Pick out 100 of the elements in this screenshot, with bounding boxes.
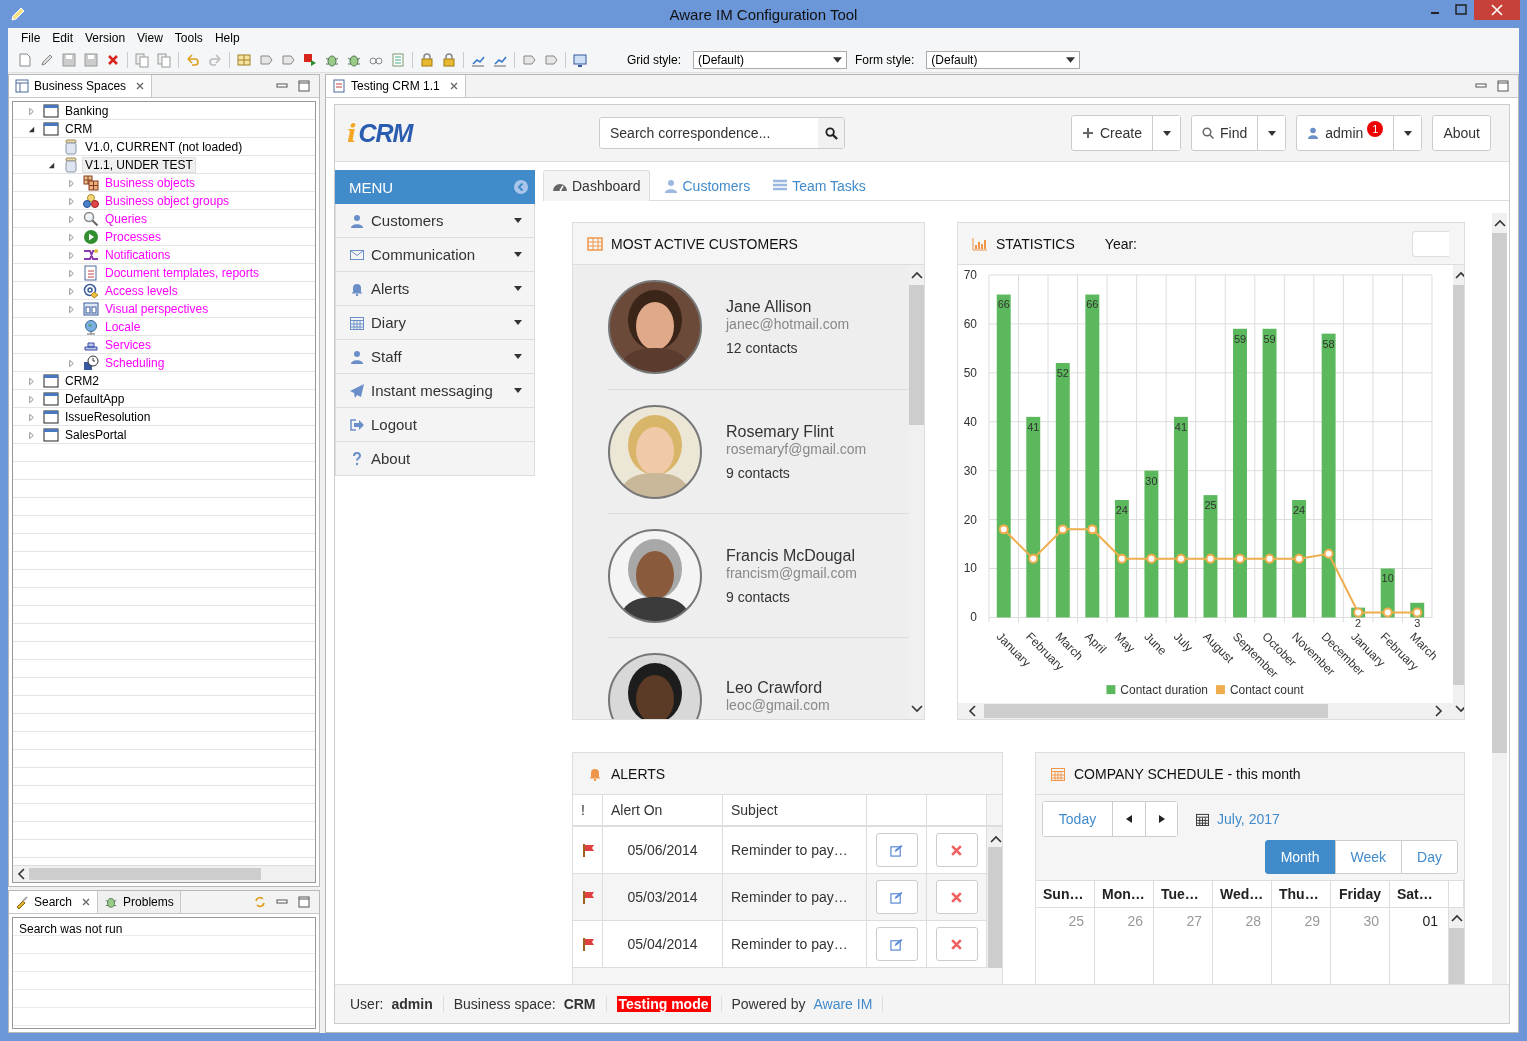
- close-icon[interactable]: [135, 81, 146, 91]
- expand-toggle[interactable]: [27, 430, 36, 440]
- menu-item[interactable]: Tools: [168, 29, 209, 47]
- year-field[interactable]: [1412, 230, 1449, 257]
- bug-icon[interactable]: [324, 52, 340, 68]
- expand-toggle[interactable]: [67, 232, 76, 242]
- customer-name[interactable]: Francis McDougal: [726, 546, 857, 565]
- maximize-icon[interactable]: [297, 79, 311, 93]
- view-tab[interactable]: Business Spaces: [9, 75, 153, 97]
- horizontal-scrollbar[interactable]: [13, 865, 315, 882]
- vertical-scrollbar[interactable]: [1453, 265, 1464, 719]
- copy-icon[interactable]: [134, 52, 150, 68]
- list-icon[interactable]: [390, 52, 406, 68]
- menu-item[interactable]: Alerts: [335, 272, 535, 306]
- vertical-scrollbar[interactable]: [1492, 213, 1507, 984]
- vertical-scrollbar[interactable]: [1449, 908, 1464, 984]
- form-style-dropdown[interactable]: (Default): [926, 51, 1081, 69]
- tree-item[interactable]: SalesPortal: [63, 428, 129, 442]
- sync-icon[interactable]: [253, 895, 267, 909]
- column-header[interactable]: !: [573, 795, 603, 827]
- redo-icon[interactable]: [207, 52, 223, 68]
- paste-icon[interactable]: [156, 52, 172, 68]
- expand-toggle[interactable]: [67, 286, 76, 296]
- menu-item[interactable]: View: [131, 29, 169, 47]
- menu-item[interactable]: Instant messaging: [335, 374, 535, 408]
- menu-item[interactable]: Customers: [335, 204, 535, 238]
- expand-toggle[interactable]: [67, 250, 76, 260]
- new-file-icon[interactable]: [17, 52, 33, 68]
- tree-item[interactable]: CRM: [63, 122, 95, 136]
- pencil-icon[interactable]: [39, 52, 55, 68]
- collapse-icon[interactable]: [514, 180, 528, 194]
- scroll-up-icon[interactable]: [910, 271, 923, 279]
- edit-button[interactable]: [875, 880, 918, 914]
- menu-item[interactable]: About: [335, 442, 535, 476]
- lock-icon[interactable]: [441, 52, 457, 68]
- tree-item[interactable]: V1.1, UNDER TEST: [83, 158, 195, 172]
- save-icon[interactable]: [61, 52, 77, 68]
- dropdown-button[interactable]: [1393, 116, 1422, 150]
- customer-name[interactable]: Rosemary Flint: [726, 422, 867, 441]
- close-button[interactable]: [1474, 0, 1520, 20]
- customer-name[interactable]: Leo Crawford: [726, 678, 830, 697]
- horizontal-scrollbar[interactable]: [958, 703, 1453, 719]
- expand-toggle[interactable]: [67, 214, 76, 224]
- tab[interactable]: Team Tasks: [763, 170, 875, 200]
- menu-item[interactable]: Edit: [46, 29, 80, 47]
- menu-item[interactable]: Help: [208, 29, 246, 47]
- expand-toggle[interactable]: [27, 412, 36, 422]
- next-button[interactable]: [1145, 802, 1177, 836]
- scroll-left-icon[interactable]: [968, 705, 976, 718]
- editor-tab[interactable]: Testing CRM 1.1: [326, 75, 466, 97]
- close-icon[interactable]: [81, 897, 92, 907]
- stop-icon[interactable]: [302, 52, 318, 68]
- maximize-icon[interactable]: [1496, 79, 1510, 93]
- collapse-toggle[interactable]: [47, 160, 56, 170]
- today-button[interactable]: Today: [1043, 802, 1113, 836]
- close-icon[interactable]: [448, 81, 459, 91]
- customer-name[interactable]: Jane Allison: [726, 298, 850, 316]
- tree-item[interactable]: Banking: [63, 104, 111, 118]
- menu-item[interactable]: Diary: [335, 306, 535, 340]
- search-button[interactable]: [818, 118, 844, 148]
- header-button[interactable]: About: [1433, 116, 1490, 150]
- expand-toggle[interactable]: [67, 358, 76, 368]
- dropdown-button[interactable]: [1152, 116, 1181, 150]
- search-field[interactable]: Search correspondence...: [599, 117, 845, 149]
- tab[interactable]: Customers: [653, 170, 760, 200]
- grid-icon[interactable]: [236, 52, 252, 68]
- view-tab[interactable]: Search: [9, 891, 99, 913]
- lock-icon[interactable]: [419, 52, 435, 68]
- column-header[interactable]: Subject: [723, 795, 867, 827]
- edit-button[interactable]: [875, 927, 918, 961]
- view-button[interactable]: Week: [1334, 840, 1403, 874]
- tree-item[interactable]: V1.0, CURRENT (not loaded): [83, 140, 245, 154]
- column-header[interactable]: Alert On: [603, 795, 723, 827]
- expand-toggle[interactable]: [67, 196, 76, 206]
- delete-button[interactable]: [935, 880, 978, 914]
- tree-item[interactable]: DefaultApp: [63, 392, 127, 406]
- dropdown-button[interactable]: [1257, 116, 1286, 150]
- expand-toggle[interactable]: [27, 106, 36, 116]
- vertical-scrollbar[interactable]: [987, 827, 1002, 968]
- view-button[interactable]: Day: [1401, 840, 1458, 874]
- delete-button[interactable]: [935, 927, 978, 961]
- delete-button[interactable]: [935, 833, 978, 867]
- undo-icon[interactable]: [185, 52, 201, 68]
- monitor-icon[interactable]: [572, 52, 588, 68]
- edit-button[interactable]: [875, 833, 918, 867]
- grid-style-dropdown[interactable]: (Default): [693, 51, 847, 69]
- scroll-up-icon[interactable]: [989, 835, 1002, 843]
- save-all-icon[interactable]: [83, 52, 99, 68]
- collapse-toggle[interactable]: [27, 124, 36, 134]
- menu-item[interactable]: Staff: [335, 340, 535, 374]
- view-button[interactable]: Month: [1264, 840, 1336, 874]
- tree-item[interactable]: CRM2: [63, 374, 101, 388]
- menu-item[interactable]: File: [15, 29, 47, 47]
- bug-icon[interactable]: [346, 52, 362, 68]
- maximize-icon[interactable]: [297, 895, 311, 909]
- scroll-up-icon[interactable]: [1450, 914, 1463, 922]
- scroll-right-icon[interactable]: [1435, 705, 1443, 718]
- scroll-up-icon[interactable]: [1454, 271, 1464, 279]
- expand-toggle[interactable]: [67, 304, 76, 314]
- expand-toggle[interactable]: [67, 178, 76, 188]
